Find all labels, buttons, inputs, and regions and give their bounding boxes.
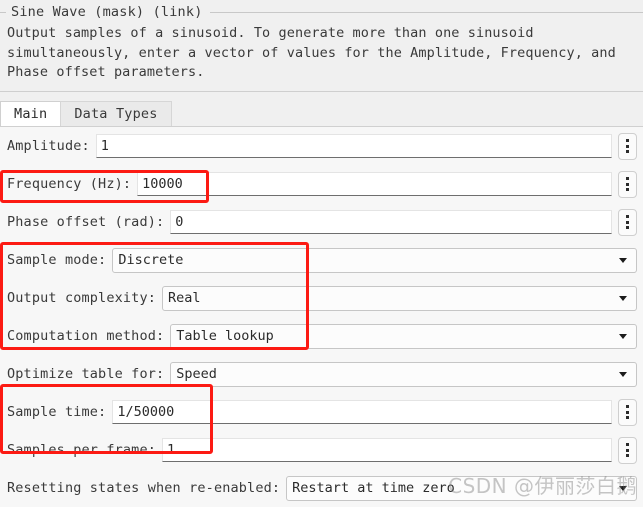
chevron-down-icon bbox=[619, 485, 627, 491]
param-label-phase-offset-rad: Phase offset (rad): bbox=[7, 214, 165, 230]
chevron-down-icon bbox=[619, 371, 627, 377]
more-options-icon-amplitude[interactable] bbox=[618, 132, 637, 160]
param-dropdown-optimize-table-for[interactable]: Speed bbox=[170, 361, 637, 387]
param-label-computation-method: Computation method: bbox=[7, 328, 165, 344]
param-input-samples-per-frame[interactable]: 1 bbox=[162, 438, 612, 462]
block-title: Sine Wave (mask) (link) bbox=[11, 4, 203, 20]
param-row-resetting-states-when-re-enabled: Resetting states when re-enabled: Restart… bbox=[0, 469, 643, 507]
param-dropdown-value-output-complexity: Real bbox=[168, 290, 201, 306]
param-input-phase-offset-rad[interactable]: 0 bbox=[170, 210, 612, 234]
param-label-sample-time: Sample time: bbox=[7, 404, 107, 420]
param-row-amplitude: Amplitude: 1 bbox=[0, 127, 643, 165]
param-input-sample-time[interactable]: 1/50000 bbox=[112, 400, 612, 424]
param-input-amplitude[interactable]: 1 bbox=[95, 134, 612, 158]
group-border-right bbox=[209, 11, 643, 13]
param-row-frequency-hz: Frequency (Hz): 10000 bbox=[0, 165, 643, 203]
tab-data-types[interactable]: Data Types bbox=[60, 101, 172, 126]
param-label-frequency-hz: Frequency (Hz): bbox=[7, 176, 132, 192]
param-row-computation-method: Computation method: Table lookup bbox=[0, 317, 643, 355]
param-dropdown-sample-mode[interactable]: Discrete bbox=[112, 247, 637, 273]
param-row-sample-time: Sample time: 1/50000 bbox=[0, 393, 643, 431]
parameters-panel: Amplitude: 1 Frequency (Hz): 10000 Phase off… bbox=[0, 126, 643, 507]
param-label-output-complexity: Output complexity: bbox=[7, 290, 156, 306]
header-separator bbox=[0, 91, 643, 92]
param-label-resetting-states-when-re-enabled: Resetting states when re-enabled: bbox=[7, 480, 281, 496]
param-dropdown-computation-method[interactable]: Table lookup bbox=[170, 323, 637, 349]
param-row-phase-offset-rad: Phase offset (rad): 0 bbox=[0, 203, 643, 241]
param-label-sample-mode: Sample mode: bbox=[7, 252, 107, 268]
more-options-icon-sample-time[interactable] bbox=[618, 398, 637, 426]
param-dropdown-value-optimize-table-for: Speed bbox=[176, 366, 217, 382]
param-dropdown-value-sample-mode: Discrete bbox=[118, 252, 184, 268]
tab-main[interactable]: Main bbox=[0, 101, 62, 126]
param-label-samples-per-frame: Samples per frame: bbox=[7, 442, 156, 458]
param-dropdown-value-resetting-states-when-re-enabled: Restart at time zero bbox=[292, 480, 455, 496]
chevron-down-icon bbox=[619, 333, 627, 339]
block-description: Output samples of a sinusoid. To generat… bbox=[7, 25, 616, 80]
chevron-down-icon bbox=[619, 257, 627, 263]
dialog-header: Sine Wave (mask) (link) Output samples o… bbox=[0, 0, 643, 92]
tab-strip: Main Data Types bbox=[0, 100, 643, 126]
more-options-icon-frequency-hz[interactable] bbox=[618, 170, 637, 198]
more-options-icon-phase-offset-rad[interactable] bbox=[618, 208, 637, 236]
param-row-sample-mode: Sample mode: Discrete bbox=[0, 241, 643, 279]
more-options-icon-samples-per-frame[interactable] bbox=[618, 436, 637, 464]
param-input-frequency-hz[interactable]: 10000 bbox=[137, 172, 612, 196]
param-label-optimize-table-for: Optimize table for: bbox=[7, 366, 165, 382]
group-title-row: Sine Wave (mask) (link) bbox=[0, 3, 643, 21]
param-dropdown-resetting-states-when-re-enabled[interactable]: Restart at time zero bbox=[286, 475, 637, 501]
chevron-down-icon bbox=[619, 295, 627, 301]
param-row-optimize-table-for: Optimize table for: Speed bbox=[0, 355, 643, 393]
param-label-amplitude: Amplitude: bbox=[7, 138, 90, 154]
param-dropdown-output-complexity[interactable]: Real bbox=[162, 285, 637, 311]
param-dropdown-value-computation-method: Table lookup bbox=[176, 328, 274, 344]
param-row-samples-per-frame: Samples per frame: 1 bbox=[0, 431, 643, 469]
param-row-output-complexity: Output complexity: Real bbox=[0, 279, 643, 317]
